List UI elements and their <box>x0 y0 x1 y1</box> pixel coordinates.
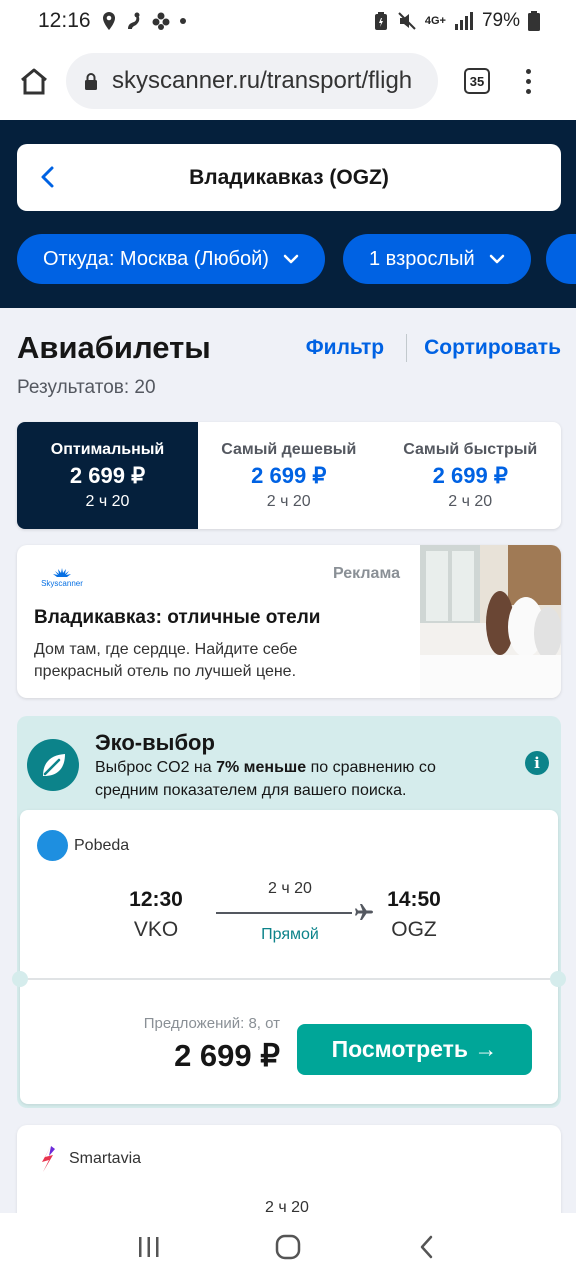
results-count: Результатов: 20 <box>17 377 156 398</box>
card-separator <box>20 978 558 980</box>
back-nav-button[interactable] <box>407 1232 447 1262</box>
ad-label: Реклама <box>333 565 400 582</box>
home-icon <box>21 68 47 95</box>
dot-icon <box>179 18 186 24</box>
sort-tab-price: 2 699 ₽ <box>432 462 508 488</box>
divider <box>406 334 408 362</box>
sort-tab-duration: 2 ч 20 <box>85 492 130 510</box>
sort-tab-price: 2 699 ₽ <box>69 462 146 488</box>
leaf-icon <box>43 754 65 776</box>
network-type: 4G+ <box>424 15 446 27</box>
passengers-filter-pill[interactable]: 1 взрослый <box>343 234 531 284</box>
home-button[interactable] <box>14 61 54 101</box>
chevron-down-icon <box>489 254 504 264</box>
search-header: Владикавказ (OGZ) Откуда: Москва (Любой)… <box>0 120 576 308</box>
system-navigation-bar <box>0 1213 576 1280</box>
url-text: skyscanner.ru/transport/fligh <box>112 67 413 94</box>
eco-title: Эко-выбор <box>95 730 215 755</box>
airline-row: Pobeda <box>37 830 129 861</box>
back-icon <box>420 1235 432 1258</box>
battery-icon <box>528 11 540 31</box>
eco-description: Выброс CO2 на 7% меньше по сравнению со … <box>95 759 436 799</box>
smartavia-logo <box>42 1146 55 1172</box>
mute-icon <box>398 12 416 30</box>
ticket-notch <box>550 971 566 987</box>
status-bar: 12:16 4G+ 79% <box>0 0 576 42</box>
sort-tab-best[interactable]: Оптимальный 2 699 ₽ 2 ч 20 <box>17 422 198 529</box>
origin-filter-pill[interactable]: Откуда: Москва (Любой) <box>17 234 325 284</box>
battery-percent: 79% <box>481 10 520 31</box>
back-arrow-icon[interactable] <box>35 164 61 190</box>
sort-tab-label: Оптимальный <box>50 440 165 458</box>
sort-tab-label: Самый быстрый <box>403 440 538 458</box>
signal-icon <box>454 12 473 30</box>
eco-choice-card: Эко-выбор Выброс CO2 на 7% меньше по сра… <box>12 716 566 1108</box>
svg-text:Skyscanner: Skyscanner <box>41 579 83 588</box>
results-heading-row: Авиабилеты Фильтр Сортировать <box>17 328 561 368</box>
home-circle-icon <box>275 1234 301 1259</box>
lock-icon <box>85 73 97 90</box>
browser-menu-button[interactable] <box>518 68 538 94</box>
passengers-filter-label: 1 взрослый <box>369 247 475 270</box>
notification-icons <box>101 11 187 31</box>
airline-name: Pobeda <box>74 836 130 854</box>
hotel-room-image <box>420 545 561 698</box>
sort-tab-label: Самый дешевый <box>221 440 357 458</box>
sort-tab-price: 2 699 ₽ <box>251 462 327 488</box>
filter-button[interactable]: Фильтр <box>306 336 384 360</box>
flight-leg: 12:30 VKO 2 ч 20 Прямой 14:50 OGZ <box>20 880 558 958</box>
view-deal-button[interactable]: Посмотреть → <box>297 1024 532 1075</box>
tab-switcher-button[interactable]: 35 <box>464 68 490 94</box>
sort-button[interactable]: Сортировать <box>424 336 561 360</box>
flight-duration: 2 ч 20 <box>268 880 312 897</box>
app-notification-icon <box>127 12 140 29</box>
offers-count: Предложений: 8, от <box>143 1015 280 1032</box>
sort-tabs: Оптимальный 2 699 ₽ 2 ч 20 Самый дешевый… <box>17 422 561 529</box>
info-icon[interactable]: i <box>525 751 549 775</box>
ad-text: Дом там, где сердце. Найдите себе прекра… <box>34 641 298 680</box>
arrival-airport: OGZ <box>391 918 437 941</box>
recent-apps-button[interactable] <box>129 1232 169 1262</box>
recent-apps-icon <box>139 1236 159 1257</box>
game-controller-icon <box>152 12 170 30</box>
home-nav-button[interactable] <box>268 1232 308 1262</box>
ticket-notch <box>12 971 28 987</box>
airline-row: Smartavia <box>37 1145 141 1173</box>
location-icon <box>102 12 115 30</box>
chevron-down-icon <box>283 254 299 264</box>
destination-box[interactable]: Владикавказ (OGZ) <box>17 144 561 211</box>
airplane-icon <box>355 904 373 920</box>
cabin-filter-pill[interactable] <box>546 234 576 284</box>
flight-card[interactable]: Smartavia 2 ч 20 <box>17 1125 561 1225</box>
airline-name: Smartavia <box>69 1150 142 1167</box>
flight-price: 2 699 ₽ <box>174 1038 280 1073</box>
page-title: Авиабилеты <box>17 330 211 365</box>
address-bar[interactable]: skyscanner.ru/transport/fligh <box>66 53 438 109</box>
battery-saver-icon <box>374 12 387 30</box>
flight-card[interactable]: Pobeda 12:30 VKO 2 ч 20 Прямой 14:50 OGZ… <box>12 810 566 1104</box>
route-line <box>216 912 352 914</box>
status-time: 12:16 <box>38 9 91 32</box>
sort-tab-cheapest[interactable]: Самый дешевый 2 699 ₽ 2 ч 20 <box>198 422 380 529</box>
system-icons: 4G+ 79% <box>373 10 540 32</box>
ad-title: Владикавказ: отличные отели <box>34 607 321 628</box>
eco-badge <box>27 739 79 791</box>
skyscanner-logo: Skyscanner <box>41 568 83 588</box>
sort-tab-duration: 2 ч 20 <box>448 492 493 510</box>
stops-label: Прямой <box>261 926 319 943</box>
sort-tab-duration: 2 ч 20 <box>266 492 311 510</box>
browser-toolbar: skyscanner.ru/transport/fligh 35 <box>0 42 576 120</box>
departure-time: 12:30 <box>129 888 183 911</box>
departure-airport: VKO <box>133 918 179 941</box>
sort-tab-fastest[interactable]: Самый быстрый 2 699 ₽ 2 ч 20 <box>380 422 562 529</box>
arrival-time: 14:50 <box>387 888 441 911</box>
hotel-ad-card[interactable]: Skyscanner Реклама Владикавказ: отличные… <box>17 545 561 698</box>
destination-title: Владикавказ (OGZ) <box>189 165 389 189</box>
pobeda-logo <box>37 830 68 861</box>
origin-filter-label: Откуда: Москва (Любой) <box>43 247 269 270</box>
